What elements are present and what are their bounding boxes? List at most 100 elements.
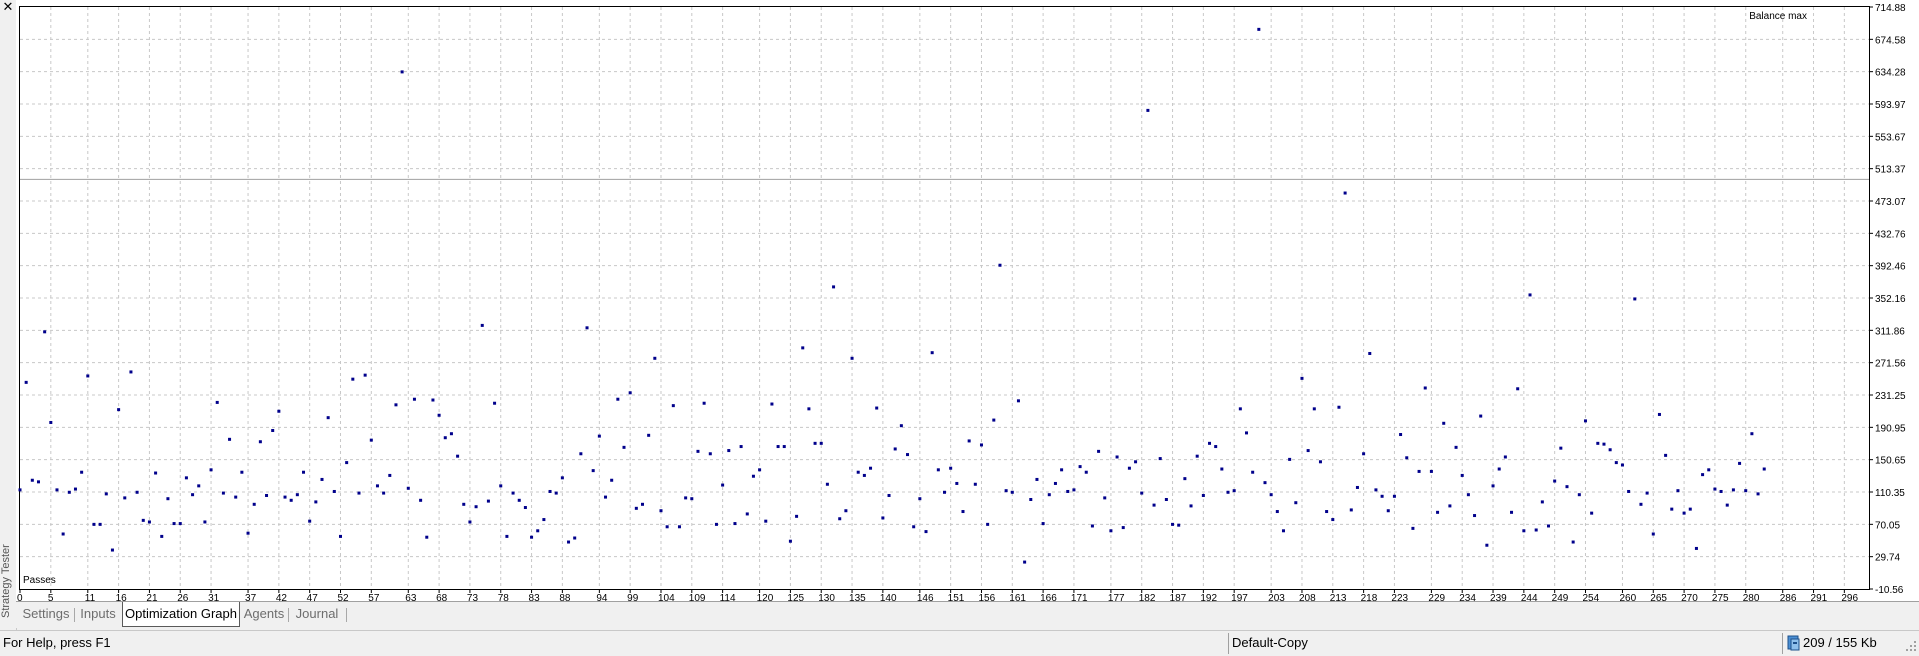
data-point — [567, 540, 571, 544]
x-tick-label: 37 — [245, 593, 257, 601]
data-point — [1374, 488, 1378, 492]
x-tick-label: 260 — [1619, 593, 1636, 601]
data-point — [234, 495, 238, 499]
data-point — [1565, 485, 1569, 489]
tab-journal[interactable]: Journal — [290, 603, 344, 625]
y-tick-label: 70.05 — [1875, 520, 1900, 531]
data-point — [351, 377, 355, 381]
y-tick-label: 190.95 — [1875, 423, 1906, 434]
y-tick-label: 432.76 — [1875, 229, 1906, 240]
data-point — [1405, 456, 1409, 460]
data-point — [369, 438, 373, 442]
x-tick-label: 68 — [436, 593, 448, 601]
data-point — [43, 330, 47, 334]
data-point — [271, 429, 275, 433]
data-point — [542, 518, 546, 522]
data-point — [1306, 449, 1310, 453]
x-tick-label: 88 — [559, 593, 571, 601]
resize-grip-icon[interactable] — [1904, 639, 1917, 653]
data-point — [622, 445, 626, 449]
data-point — [468, 520, 472, 524]
data-point — [856, 470, 860, 474]
chart-title: Balance max — [1749, 11, 1807, 22]
data-point — [1115, 455, 1119, 459]
data-point — [1448, 504, 1452, 508]
data-point — [92, 522, 96, 526]
data-point — [1596, 441, 1600, 445]
data-point — [659, 509, 663, 513]
data-point — [1318, 460, 1322, 464]
data-point — [1503, 455, 1507, 459]
tab-agents[interactable]: Agents — [240, 603, 288, 625]
data-point — [1725, 503, 1729, 507]
x-tick-label: 291 — [1811, 593, 1828, 601]
data-point — [1602, 442, 1606, 446]
y-tick-label: 311.86 — [1875, 326, 1905, 337]
tab-optimization-graph[interactable]: Optimization Graph — [122, 602, 240, 627]
data-point — [425, 535, 429, 539]
data-point — [135, 490, 139, 494]
data-point — [1331, 518, 1335, 522]
data-point — [375, 484, 379, 488]
data-point — [1701, 473, 1705, 477]
data-point — [61, 532, 65, 536]
x-tick-label: 218 — [1361, 593, 1378, 601]
data-point — [1232, 489, 1236, 493]
data-point — [474, 505, 478, 509]
data-point — [1473, 514, 1477, 518]
x-tick-label: 234 — [1459, 593, 1476, 601]
tab-inputs[interactable]: Inputs — [76, 603, 120, 625]
data-point — [1577, 493, 1581, 497]
data-point — [1035, 477, 1039, 481]
chart-background — [16, 0, 1919, 601]
data-point — [1220, 467, 1224, 471]
tab-settings[interactable]: Settings — [18, 603, 74, 625]
y-tick-label: 553.67 — [1875, 132, 1906, 143]
data-point — [1238, 407, 1242, 411]
data-point — [1343, 191, 1347, 195]
data-point — [86, 374, 90, 378]
data-point — [55, 488, 59, 492]
x-tick-label: 109 — [689, 593, 706, 601]
data-point — [1614, 461, 1618, 465]
data-point — [1479, 414, 1483, 418]
x-tick-label: 42 — [276, 593, 288, 601]
data-point — [788, 539, 792, 543]
x-tick-label: 171 — [1071, 593, 1088, 601]
data-point — [579, 452, 583, 456]
data-point — [1041, 522, 1045, 526]
y-tick-label: 110.35 — [1875, 488, 1905, 499]
data-point — [110, 548, 114, 552]
status-profile: Default-Copy — [1232, 635, 1308, 650]
data-point — [1300, 376, 1304, 380]
x-tick-label: 208 — [1299, 593, 1316, 601]
x-tick-label: 5 — [48, 593, 54, 601]
x-tick-label: 244 — [1521, 593, 1538, 601]
data-point — [160, 534, 164, 538]
data-point — [979, 443, 983, 447]
data-point — [1688, 507, 1692, 511]
data-point — [184, 476, 188, 480]
data-point — [314, 500, 318, 504]
data-point — [1547, 524, 1551, 528]
x-tick-label: 114 — [720, 593, 736, 601]
x-tick-label: 0 — [17, 593, 23, 601]
x-tick-label: 94 — [596, 593, 608, 601]
x-tick-label: 130 — [818, 593, 835, 601]
data-point — [708, 452, 712, 456]
close-icon[interactable]: ✕ — [2, 0, 14, 14]
data-point — [1608, 448, 1612, 452]
data-point — [1177, 523, 1181, 527]
data-point — [554, 491, 558, 495]
data-point — [1657, 412, 1661, 416]
data-point — [1540, 500, 1544, 504]
data-point — [1060, 468, 1064, 472]
data-point — [357, 491, 361, 495]
data-point — [696, 449, 700, 453]
data-point — [240, 470, 244, 474]
data-point — [677, 525, 681, 529]
x-tick-label: 192 — [1200, 593, 1217, 601]
data-point — [1571, 540, 1575, 544]
data-point — [875, 406, 879, 410]
data-point — [1436, 510, 1440, 514]
